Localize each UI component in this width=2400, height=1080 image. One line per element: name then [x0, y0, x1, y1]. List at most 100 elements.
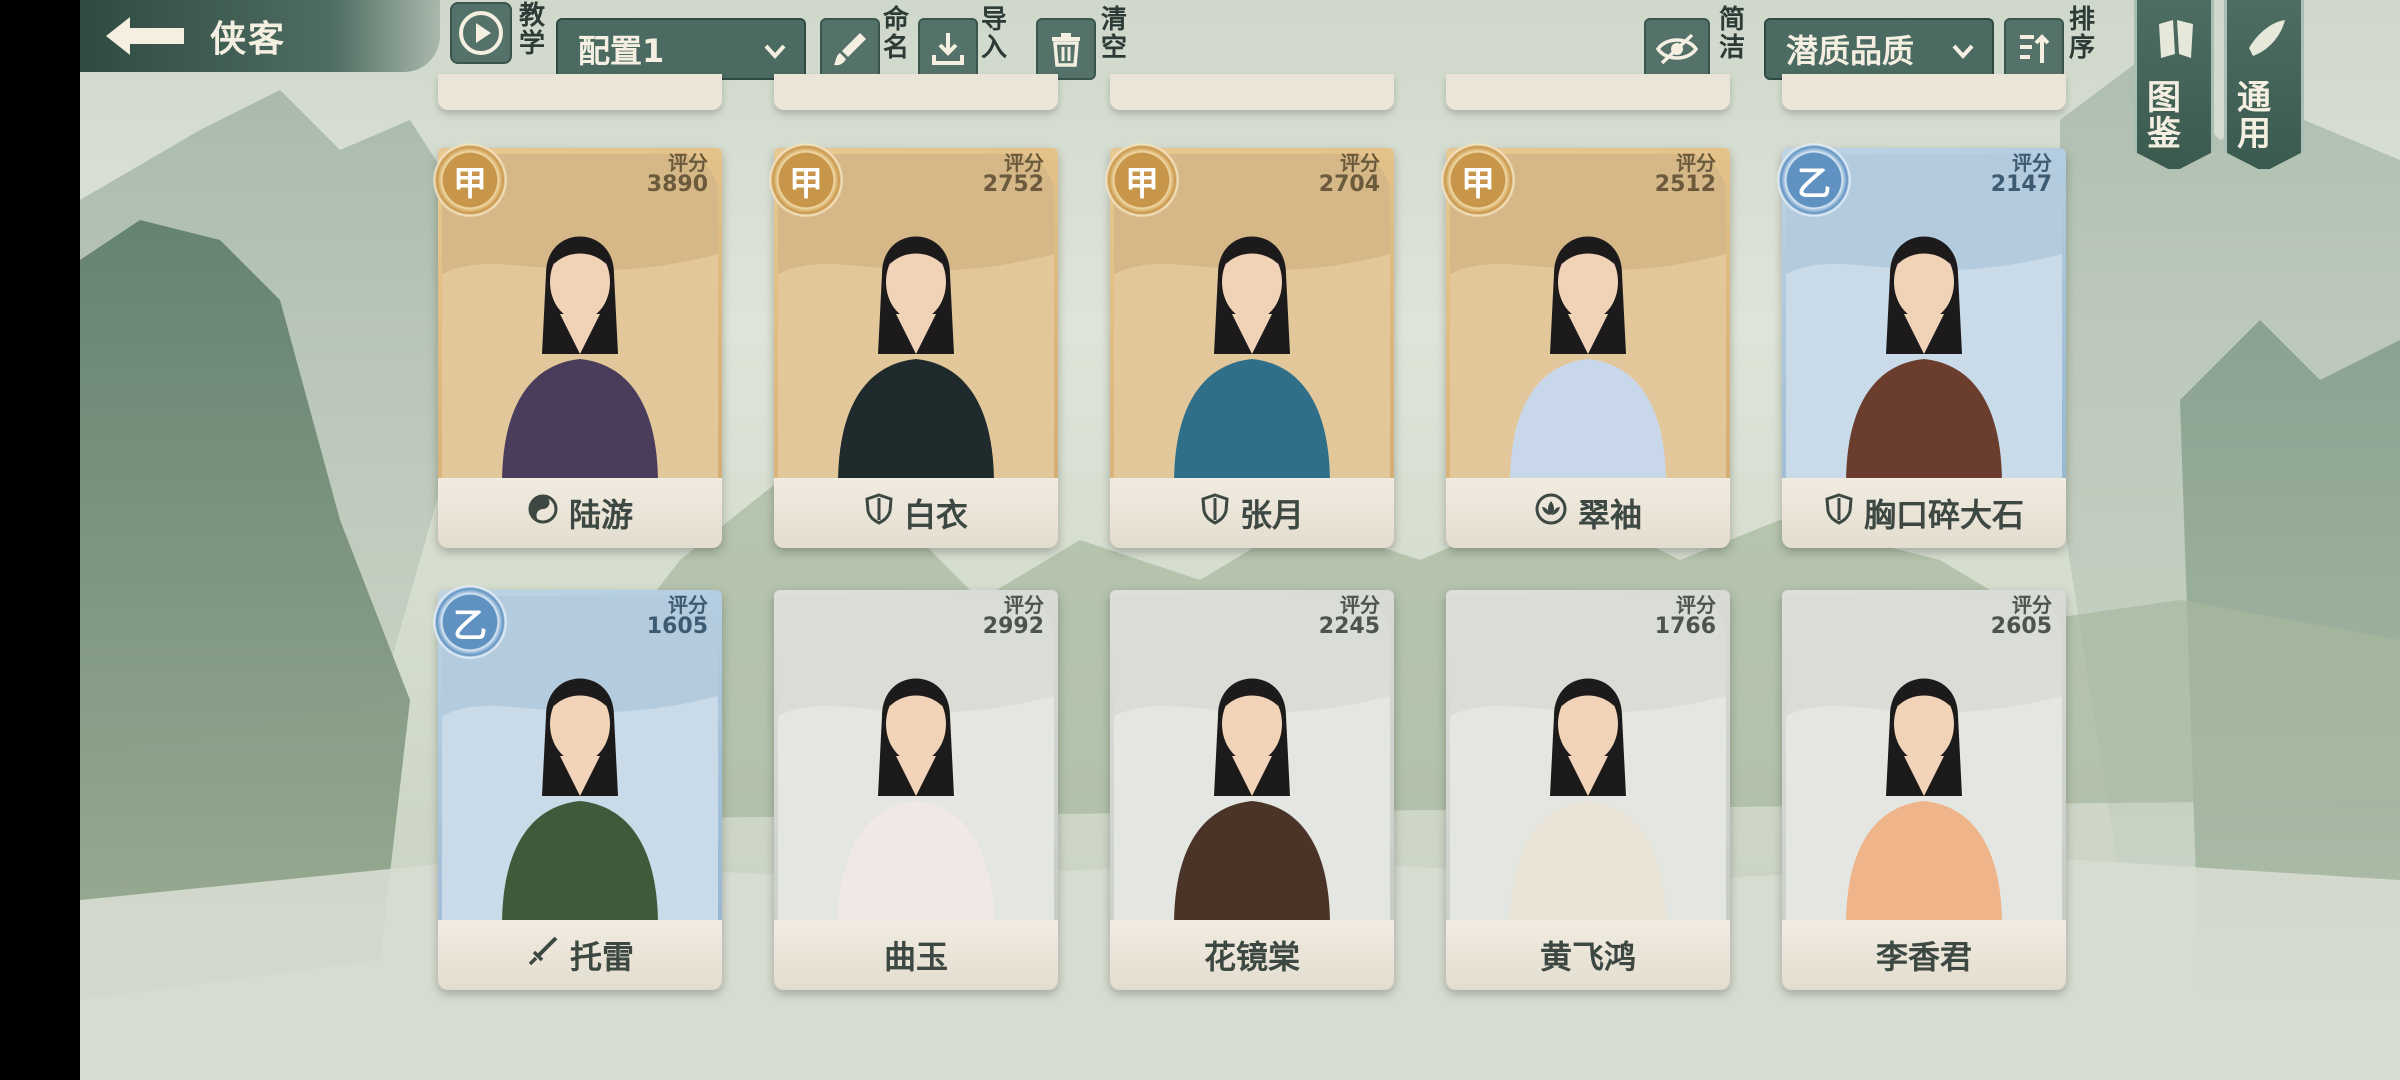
score-label: 评分 — [2012, 593, 2052, 617]
hero-name: 白衣 — [903, 496, 968, 534]
hero-name: 黄飞鸿 — [1539, 938, 1636, 976]
hero-card[interactable]: 评分 3890 甲 陆游 — [432, 142, 722, 548]
score-label: 评分 — [1340, 151, 1380, 175]
name-plate: 曲玉 — [774, 920, 1058, 990]
quality-select-value: 潜质品质 — [1786, 32, 1915, 70]
back-arrow-icon — [80, 0, 210, 72]
hero-card[interactable]: 评分 2147 乙 胸口碎大石 — [1776, 142, 2066, 548]
name-plate: 黄飞鸿 — [1446, 920, 1730, 990]
partial-card[interactable] — [1782, 74, 2066, 110]
codex-banner[interactable]: 图鉴 — [2134, 0, 2214, 172]
score-value: 2512 — [1654, 172, 1716, 197]
partial-card[interactable] — [1110, 74, 1394, 110]
score-label: 评分 — [668, 151, 708, 175]
config-select-value: 配置1 — [578, 32, 665, 70]
hero-card[interactable]: 评分 2512 甲 翠袖 — [1440, 142, 1730, 548]
config-select[interactable]: 配置1 — [556, 18, 806, 80]
lotus-icon — [1534, 493, 1568, 533]
hero-name: 张月 — [1239, 496, 1304, 534]
score-value: 2992 — [982, 614, 1044, 639]
back-button[interactable]: 侠客 — [80, 0, 440, 72]
brief-toggle-button[interactable] — [1644, 18, 1710, 80]
sort-icon — [2020, 34, 2050, 63]
partial-card[interactable] — [438, 74, 722, 110]
score-badge: 评分 2605 — [1991, 594, 2052, 638]
name-plate: 花镜棠 — [1110, 920, 1394, 990]
game-screen: 侠客 教学 配置1 命名 导入 清空 简洁 潜质品质 排序 图鉴 通用 评分 3… — [80, 0, 2400, 1080]
hero-portrait — [1114, 596, 1390, 926]
score-label: 评分 — [1004, 593, 1044, 617]
eye-hidden-icon — [1655, 33, 1699, 65]
score-badge: 评分 2512 — [1655, 152, 1716, 196]
name-plate: 翠袖 — [1446, 478, 1730, 548]
shield-icon — [1200, 493, 1230, 533]
grade-medal: 甲 — [1104, 142, 1180, 218]
hero-card[interactable]: 评分 2605 李香君 — [1782, 590, 2066, 990]
play-icon — [459, 11, 503, 55]
score-label: 评分 — [668, 593, 708, 617]
hero-card[interactable]: 评分 2245 花镜棠 — [1110, 590, 1394, 990]
grade-medal: 甲 — [1440, 142, 1516, 218]
import-button[interactable] — [918, 18, 978, 80]
score-badge: 评分 2992 — [983, 594, 1044, 638]
chevron-down-icon — [1952, 44, 1974, 59]
grade-medal: 甲 — [432, 142, 508, 218]
sort-label: 排序 — [2068, 5, 2095, 63]
score-value: 2752 — [982, 172, 1044, 197]
shield-icon — [864, 493, 894, 533]
chevron-down-icon — [764, 44, 786, 59]
partial-card[interactable] — [774, 74, 1058, 110]
tutorial-button[interactable] — [450, 2, 512, 64]
tutorial-label: 教学 — [518, 1, 545, 59]
hero-name: 托雷 — [569, 938, 634, 976]
hero-name: 李香君 — [1875, 938, 1972, 976]
sword-icon — [526, 934, 560, 976]
hero-name: 花镜棠 — [1203, 938, 1300, 976]
hero-card[interactable]: 评分 1605 乙 托雷 — [432, 584, 722, 990]
import-label: 导入 — [980, 5, 1007, 63]
score-value: 2704 — [1318, 172, 1380, 197]
download-icon — [932, 33, 964, 65]
score-label: 评分 — [1004, 151, 1044, 175]
name-plate: 张月 — [1110, 478, 1394, 548]
score-badge: 评分 1766 — [1655, 594, 1716, 638]
page-title: 侠客 — [210, 19, 287, 60]
hero-name: 陆游 — [568, 496, 633, 534]
general-label: 通用 — [2237, 78, 2271, 154]
hero-portrait — [1450, 596, 1726, 926]
shield-icon — [1824, 493, 1854, 533]
hero-card[interactable]: 评分 2704 甲 张月 — [1104, 142, 1394, 548]
grade-medal: 乙 — [1776, 142, 1852, 218]
score-value: 3890 — [646, 172, 708, 197]
clear-button[interactable] — [1036, 18, 1096, 80]
score-value: 2245 — [1318, 614, 1380, 639]
hero-card[interactable]: 评分 1766 黄飞鸿 — [1446, 590, 1730, 990]
rename-label: 命名 — [882, 5, 909, 63]
hero-name: 翠袖 — [1577, 496, 1642, 534]
partial-card[interactable] — [1446, 74, 1730, 110]
brief-label: 简洁 — [1718, 5, 1745, 63]
quality-select[interactable]: 潜质品质 — [1764, 18, 1994, 80]
brush-icon — [834, 33, 866, 66]
score-value: 1605 — [646, 614, 708, 639]
yin-yang-icon — [527, 493, 559, 533]
score-value: 2147 — [1990, 172, 2052, 197]
general-banner[interactable]: 通用 — [2224, 0, 2304, 172]
hero-card[interactable]: 评分 2992 曲玉 — [774, 590, 1058, 990]
hero-name: 曲玉 — [883, 938, 948, 976]
hero-portrait — [778, 596, 1054, 926]
score-badge: 评分 2752 — [983, 152, 1044, 196]
scroll-icon — [2249, 20, 2285, 56]
score-badge: 评分 2147 — [1991, 152, 2052, 196]
hero-card[interactable]: 评分 2752 甲 白衣 — [768, 142, 1058, 548]
book-icon — [2159, 20, 2193, 58]
score-badge: 评分 1605 — [647, 594, 708, 638]
sort-button[interactable] — [2004, 18, 2064, 80]
score-label: 评分 — [2012, 151, 2052, 175]
hero-portrait — [1786, 596, 2062, 926]
rename-button[interactable] — [820, 18, 880, 80]
name-plate: 托雷 — [438, 920, 722, 990]
grade-medal: 甲 — [768, 142, 844, 218]
trash-icon — [1052, 33, 1080, 67]
name-plate: 胸口碎大石 — [1782, 478, 2066, 548]
